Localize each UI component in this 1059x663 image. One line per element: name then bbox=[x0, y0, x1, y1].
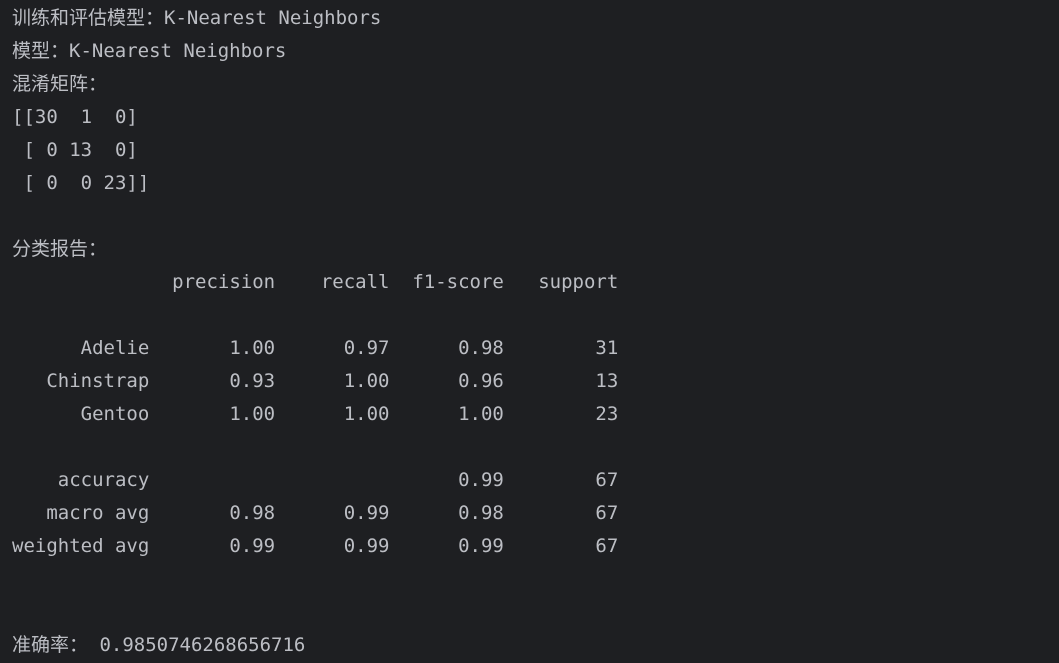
confusion-matrix-row: [[30 1 0] bbox=[12, 106, 138, 128]
accuracy-line: 准确率： 0.9850746268656716 bbox=[12, 629, 1059, 662]
report-row-macro-avg: macro avg 0.98 0.99 0.98 67 bbox=[12, 502, 619, 524]
training-model-name: K-Nearest Neighbors bbox=[164, 7, 382, 29]
report-row-weighted-avg: weighted avg 0.99 0.99 0.99 67 bbox=[12, 535, 619, 557]
training-label: 训练和评估模型： bbox=[12, 7, 165, 29]
report-row-adelie: Adelie 1.00 0.97 0.98 31 bbox=[12, 337, 619, 359]
confusion-matrix-row: [ 0 0 23]] bbox=[12, 172, 150, 194]
accuracy-value: 0.9850746268656716 bbox=[88, 634, 306, 656]
model-label: 模型： bbox=[12, 40, 70, 62]
report-header: precision recall f1-score support bbox=[12, 271, 619, 293]
console-output[interactable]: 训练和评估模型：K-Nearest Neighbors 模型：K-Nearest… bbox=[12, 2, 1059, 663]
report-row-chinstrap: Chinstrap 0.93 1.00 0.96 13 bbox=[12, 370, 619, 392]
report-row-gentoo: Gentoo 1.00 1.00 1.00 23 bbox=[12, 403, 619, 425]
accuracy-label: 准确率： bbox=[12, 634, 89, 656]
report-row-accuracy: accuracy 0.99 67 bbox=[12, 469, 619, 491]
confusion-matrix-label: 混淆矩阵： bbox=[12, 73, 108, 95]
model-line: 模型：K-Nearest Neighbors bbox=[12, 35, 1059, 68]
confusion-matrix-row: [ 0 13 0] bbox=[12, 139, 138, 161]
training-line: 训练和评估模型：K-Nearest Neighbors bbox=[12, 2, 1059, 35]
model-name: K-Nearest Neighbors bbox=[69, 40, 287, 62]
report-label: 分类报告： bbox=[12, 238, 108, 260]
